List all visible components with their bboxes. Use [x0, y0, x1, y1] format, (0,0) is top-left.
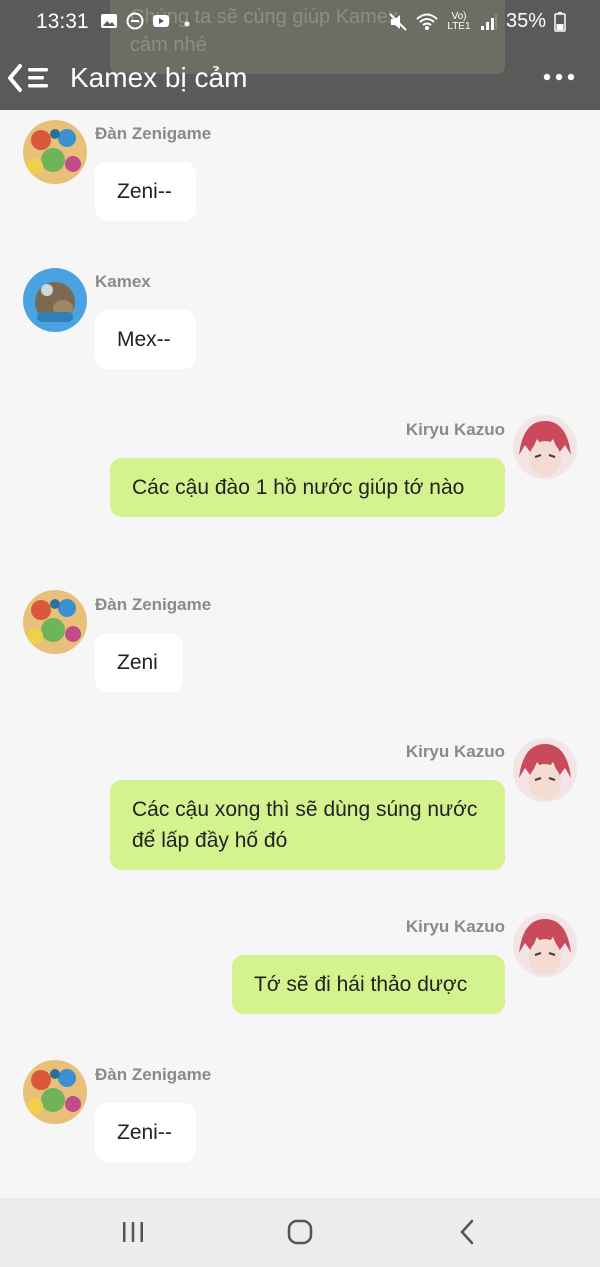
avatar-kiryu-kazuo[interactable] — [513, 738, 577, 802]
message-bubble[interactable]: Zeni — [95, 633, 183, 692]
sender-name: Kiryu Kazuo — [405, 420, 505, 439]
message-bubble[interactable]: Tớ sẽ đi hái thảo dược — [232, 955, 505, 1014]
sender-name: Kiryu Kazuo — [405, 742, 505, 761]
avatar-kamex[interactable] — [23, 268, 87, 332]
status-time: 13:31 — [36, 10, 89, 33]
kiryu-avatar-image — [513, 738, 577, 802]
battery-percent: 35% — [505, 10, 546, 32]
avatar-kiryu-kazuo[interactable] — [513, 415, 577, 479]
sender-name: Đàn Zenigame — [95, 595, 212, 614]
avatar-kiryu-kazuo[interactable] — [513, 913, 577, 977]
network-label: Vo) LTE1 — [447, 10, 471, 32]
status-system-icons: Vo) LTE1 35% — [388, 10, 566, 33]
sender-name: Đàn Zenigame — [95, 1065, 212, 1084]
sender-name: Kiryu Kazuo — [405, 917, 505, 936]
sender-name: Kamex — [95, 272, 151, 291]
more-icon[interactable] — [542, 64, 576, 90]
message-bubble[interactable]: Các cậu xong thì sẽ dùng súng nước để lấ… — [110, 780, 505, 870]
message-bubble[interactable]: Mex-- — [95, 310, 196, 369]
kiryu-avatar-image — [513, 415, 577, 479]
zenigame-avatar-image — [23, 1060, 87, 1124]
status-notification-icons — [100, 12, 196, 30]
dot-icon — [184, 21, 190, 27]
sender-name: Đàn Zenigame — [95, 124, 212, 143]
recents-icon[interactable] — [117, 1216, 149, 1248]
kamex-avatar-image — [23, 268, 87, 332]
app-header: Chúng ta sẽ cùng giúp Kamex cảm nhé 13:3… — [0, 0, 600, 110]
back-list-icon[interactable] — [6, 60, 52, 96]
system-navigation-bar — [0, 1198, 600, 1267]
battery-icon — [554, 11, 566, 32]
signal-icon — [480, 13, 497, 30]
youtube-icon — [153, 15, 169, 27]
wifi-icon — [416, 13, 438, 30]
avatar-zenigame[interactable] — [23, 590, 87, 654]
home-icon[interactable] — [284, 1216, 316, 1248]
image-icon — [101, 14, 117, 28]
message-bubble[interactable]: Zeni-- — [95, 162, 196, 221]
message-bubble[interactable]: Các cậu đào 1 hồ nước giúp tớ nào — [110, 458, 505, 517]
do-not-disturb-icon — [126, 12, 144, 30]
message-bubble[interactable]: Zeni-- — [95, 1103, 196, 1162]
notification-line-2: cảm nhé — [130, 34, 207, 56]
zenigame-avatar-image — [23, 590, 87, 654]
conversation-title: Kamex bị cảm — [70, 62, 248, 93]
avatar-zenigame[interactable] — [23, 1060, 87, 1124]
mute-icon — [389, 12, 407, 31]
back-nav-icon[interactable] — [452, 1216, 484, 1248]
kiryu-avatar-image — [513, 913, 577, 977]
zenigame-avatar-image — [23, 120, 87, 184]
avatar-zenigame[interactable] — [23, 120, 87, 184]
